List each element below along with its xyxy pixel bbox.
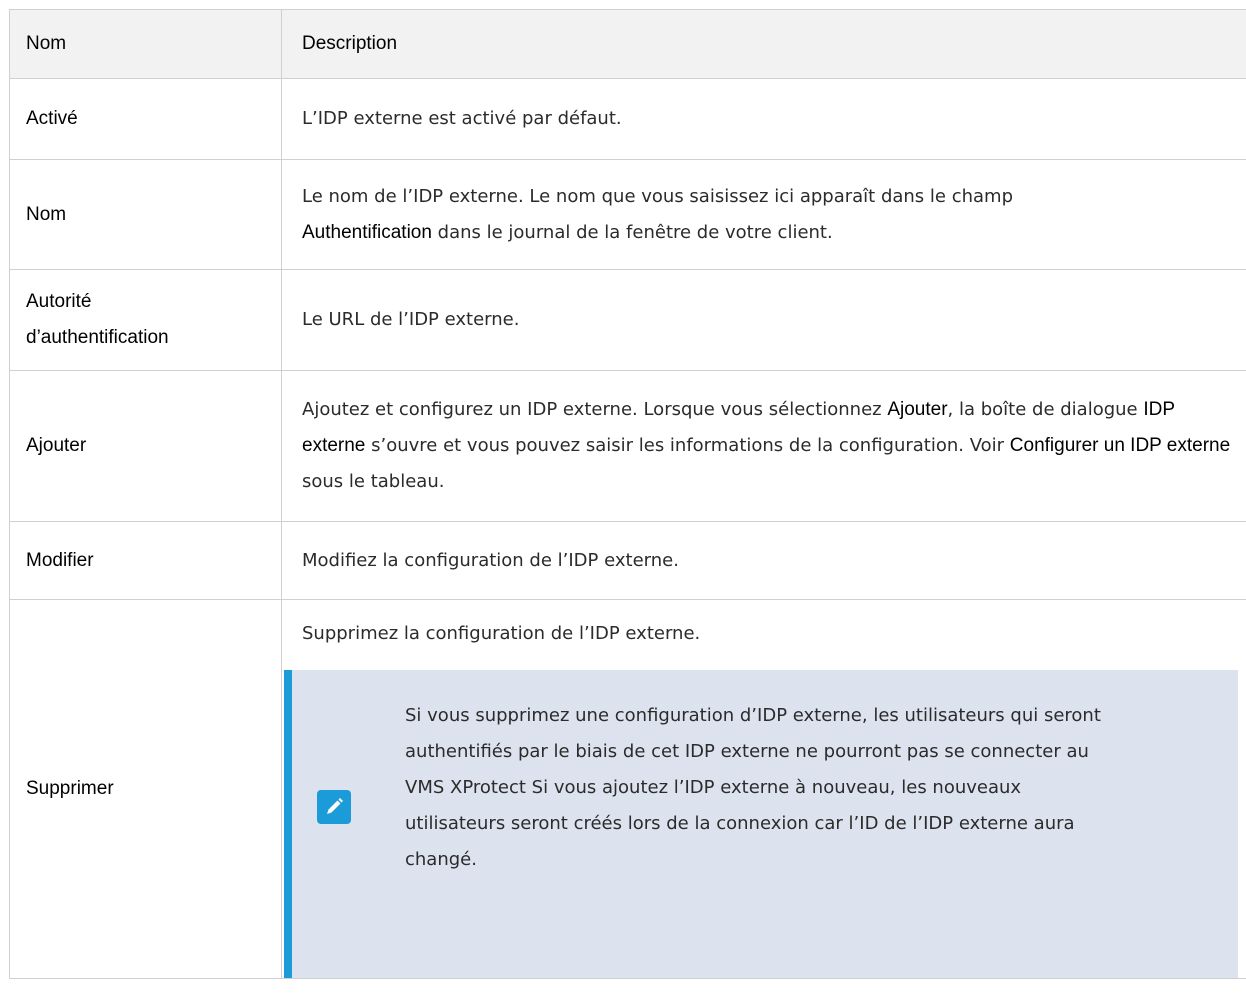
row-name-label: Ajouter — [26, 435, 87, 456]
row-name-line: Autorité — [26, 291, 92, 312]
row-name-label: Activé — [26, 108, 78, 129]
description-strong-segment: Ajouter — [887, 399, 948, 420]
description-text-segment: sous le tableau. — [302, 471, 445, 492]
table-row-edit: Modifier Modifiez la configuration de l’… — [9, 521, 1246, 600]
row-description-text: L’IDP externe est activé par défaut. — [302, 108, 622, 129]
description-link-segment[interactable]: Configurer un IDP externe — [1010, 435, 1230, 456]
note-container: Si vous supprimez une configuration d’ID… — [282, 670, 1246, 978]
properties-table: Nom Description Activé L’IDP externe est… — [9, 9, 1246, 979]
description-text-segment: Le nom de l’IDP externe. Le nom que vous… — [302, 185, 1013, 207]
header-description: Description — [281, 9, 1246, 79]
row-name-cell: Autorité d’authentification — [9, 269, 282, 371]
row-name-line: d’authentification — [26, 327, 169, 348]
row-name-label: Supprimer — [26, 778, 114, 799]
header-name: Nom — [9, 9, 282, 79]
note-box: Si vous supprimez une configuration d’ID… — [284, 670, 1238, 978]
description-strong-segment: Authentification — [302, 221, 432, 243]
row-name-cell: Supprimer — [9, 599, 282, 979]
description-text-segment: s’ouvre et vous pouvez saisir les inform… — [365, 435, 1010, 456]
row-description-text: Modifiez la configuration de l’IDP exter… — [302, 549, 679, 571]
header-name-label: Nom — [26, 33, 67, 54]
row-name-label: Nom — [26, 203, 67, 225]
row-description-cell: Modifiez la configuration de l’IDP exter… — [281, 521, 1246, 600]
row-name-cell: Ajouter — [9, 370, 282, 522]
pencil-icon — [317, 790, 351, 824]
row-name-label: Modifier — [26, 549, 94, 571]
row-description-cell: Le nom de l’IDP externe. Le nom que vous… — [281, 159, 1246, 270]
description-text-segment: , la boîte de dialogue — [947, 399, 1144, 420]
note-text: Si vous supprimez une configuration d’ID… — [405, 705, 1101, 870]
description-text-segment: Ajoutez et configurez un IDP externe. Lo… — [302, 399, 888, 420]
row-name-cell: Nom — [9, 159, 282, 270]
row-description-text: Le URL de l’IDP externe. — [302, 309, 520, 330]
row-description-text: Ajoutez et configurez un IDP externe. Lo… — [282, 392, 1246, 500]
row-name-cell: Modifier — [9, 521, 282, 600]
header-description-label: Description — [302, 33, 398, 54]
table-row-authority: Autorité d’authentification Le URL de l’I… — [9, 269, 1246, 371]
row-description-cell: Le URL de l’IDP externe. — [281, 269, 1246, 371]
row-description-cell: Supprimez la configuration de l’IDP exte… — [281, 599, 1246, 979]
table-row-add: Ajouter Ajoutez et configurez un IDP ext… — [9, 370, 1246, 522]
row-description-text: Le nom de l’IDP externe. Le nom que vous… — [282, 179, 1246, 251]
row-name-cell: Activé — [9, 78, 282, 160]
table-header-row: Nom Description — [9, 9, 1246, 79]
table-row-name: Nom Le nom de l’IDP externe. Le nom que … — [9, 159, 1246, 270]
description-text-segment: dans le journal de la fenêtre de votre c… — [431, 221, 833, 243]
table-row-delete: Supprimer Supprimez la configuration de … — [9, 599, 1246, 979]
row-description-text: Supprimez la configuration de l’IDP exte… — [302, 623, 701, 644]
row-description-cell: Ajoutez et configurez un IDP externe. Lo… — [281, 370, 1246, 522]
row-name-label: Autorité d’authentification — [10, 284, 281, 356]
row-description-cell: L’IDP externe est activé par défaut. — [281, 78, 1246, 160]
table-row-active: Activé L’IDP externe est activé par défa… — [9, 78, 1246, 160]
